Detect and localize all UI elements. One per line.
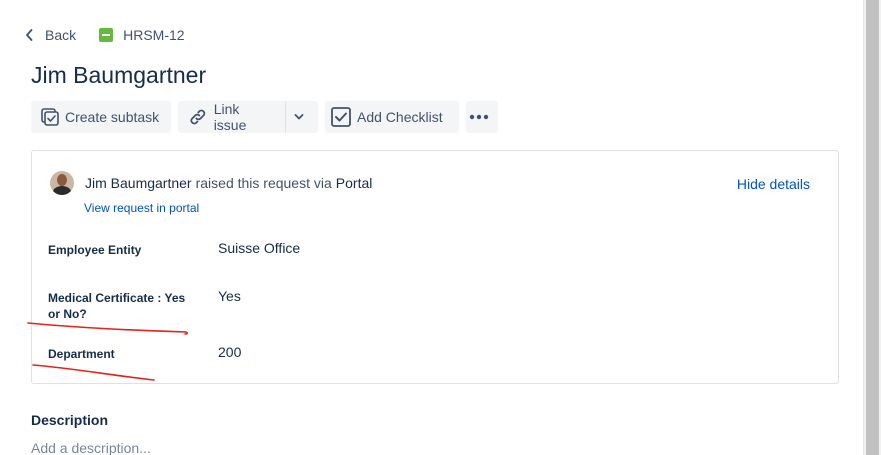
chevron-left-icon: [26, 29, 33, 41]
link-issue-dropdown-button[interactable]: [285, 101, 318, 133]
avatar[interactable]: [50, 171, 74, 195]
reporter-name[interactable]: Jim Baumgartner: [85, 175, 192, 191]
issue-title[interactable]: Jim Baumgartner: [31, 62, 206, 89]
subtask-icon: [41, 108, 59, 126]
description-editor[interactable]: Add a description...: [31, 440, 151, 455]
view-request-in-portal-link[interactable]: View request in portal: [84, 201, 199, 215]
issue-toolbar: Create subtask Link issue Add Checklist: [31, 101, 498, 133]
field-value-medical-certificate[interactable]: Yes: [218, 288, 241, 304]
vertical-scrollbar[interactable]: [863, 0, 881, 455]
field-label-department: Department: [48, 347, 115, 361]
request-channel: Portal: [335, 175, 373, 191]
hide-details-button[interactable]: Hide details: [737, 176, 810, 192]
issue-key-link[interactable]: HRSM-12: [99, 27, 185, 43]
chevron-down-icon: [294, 114, 304, 120]
add-checklist-button[interactable]: Add Checklist: [325, 101, 459, 133]
description-heading: Description: [31, 412, 109, 428]
more-icon: [469, 114, 489, 120]
field-value-employee-entity[interactable]: Suisse Office: [218, 240, 300, 256]
back-button[interactable]: Back: [25, 27, 76, 43]
field-label-medical-certificate: Medical Certificate : Yes or No?: [48, 291, 186, 321]
raised-text: raised this request via: [195, 175, 332, 191]
link-issue-button[interactable]: Link issue: [178, 101, 285, 133]
reporter-row: Jim Baumgartner raised this request via …: [50, 171, 372, 195]
story-icon: [99, 28, 114, 42]
more-actions-button[interactable]: [466, 101, 498, 133]
checkbox-icon: [331, 107, 351, 127]
create-subtask-button[interactable]: Create subtask: [31, 101, 171, 133]
breadcrumb: Back HRSM-12: [25, 24, 185, 46]
field-value-department[interactable]: 200: [218, 344, 241, 360]
issue-key-label: HRSM-12: [123, 27, 185, 43]
create-subtask-label: Create subtask: [65, 109, 160, 125]
back-label: Back: [45, 27, 77, 43]
link-icon: [190, 109, 206, 125]
issue-view-page: Back HRSM-12 Jim Baumgartner Create subt…: [0, 0, 881, 455]
add-checklist-label: Add Checklist: [357, 109, 443, 125]
request-details-panel: Jim Baumgartner raised this request via …: [31, 150, 839, 384]
link-issue-label: Link issue: [213, 101, 247, 133]
field-label-employee-entity: Employee Entity: [48, 243, 142, 257]
scrollbar-thumb[interactable]: [866, 0, 879, 455]
